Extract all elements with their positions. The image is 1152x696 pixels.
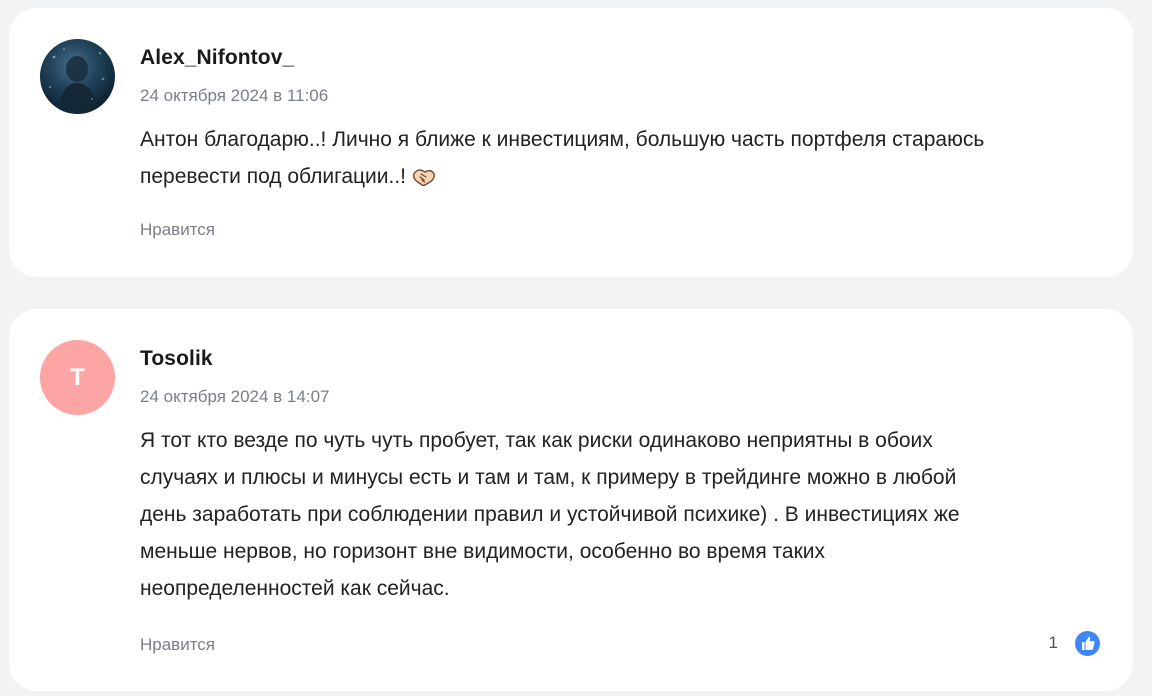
avatar-photo-icon: [48, 48, 105, 114]
comment-text: Антон благодарю..! Лично я ближе к инвес…: [140, 121, 1105, 195]
comment-author[interactable]: Alex_Nifontov_: [140, 46, 294, 70]
comment-card: T Tosolik 24 октября 2024 в 14:07 Я тот …: [9, 309, 1133, 691]
comment-timestamp: 24 октября 2024 в 14:07: [140, 387, 330, 406]
comment-text-line: Антон благодарю..! Лично я ближе к инвес…: [140, 128, 985, 151]
comment-timestamp: 24 октября 2024 в 11:06: [140, 86, 329, 105]
comment-author[interactable]: Tosolik: [140, 347, 213, 371]
comment-text-line: Я тот кто везде по чуть чуть пробует, та…: [140, 429, 933, 452]
comments-feed: Alex_Nifontov_ 24 октября 2024 в 11:06 А…: [0, 0, 1152, 696]
like-button[interactable]: Нравится: [140, 635, 215, 655]
comment-text-line-text: перевести под облигации..!: [140, 165, 406, 188]
thumbs-up-icon[interactable]: [1075, 631, 1100, 656]
avatar-letter: T: [70, 363, 85, 391]
like-button[interactable]: Нравится: [140, 220, 215, 240]
like-count: 1: [1048, 633, 1058, 652]
avatar[interactable]: [40, 39, 115, 114]
comment-text-line: неопределенностей как сейчас.: [140, 577, 450, 600]
comment-text-line: перевести под облигации..!: [140, 158, 1105, 195]
avatar[interactable]: T: [40, 340, 115, 415]
comment-text: Я тот кто везде по чуть чуть пробует, та…: [140, 422, 1105, 607]
comment-text-line: меньше нервов, но горизонт вне видимости…: [140, 540, 826, 563]
comment-card: Alex_Nifontov_ 24 октября 2024 в 11:06 А…: [9, 8, 1133, 277]
comment-text-line: день заработать при соблюдении правил и …: [140, 503, 960, 526]
comment-text-line: случаях и плюсы и минусы есть и там и та…: [140, 466, 957, 489]
handshake-emoji-icon: [412, 162, 436, 187]
